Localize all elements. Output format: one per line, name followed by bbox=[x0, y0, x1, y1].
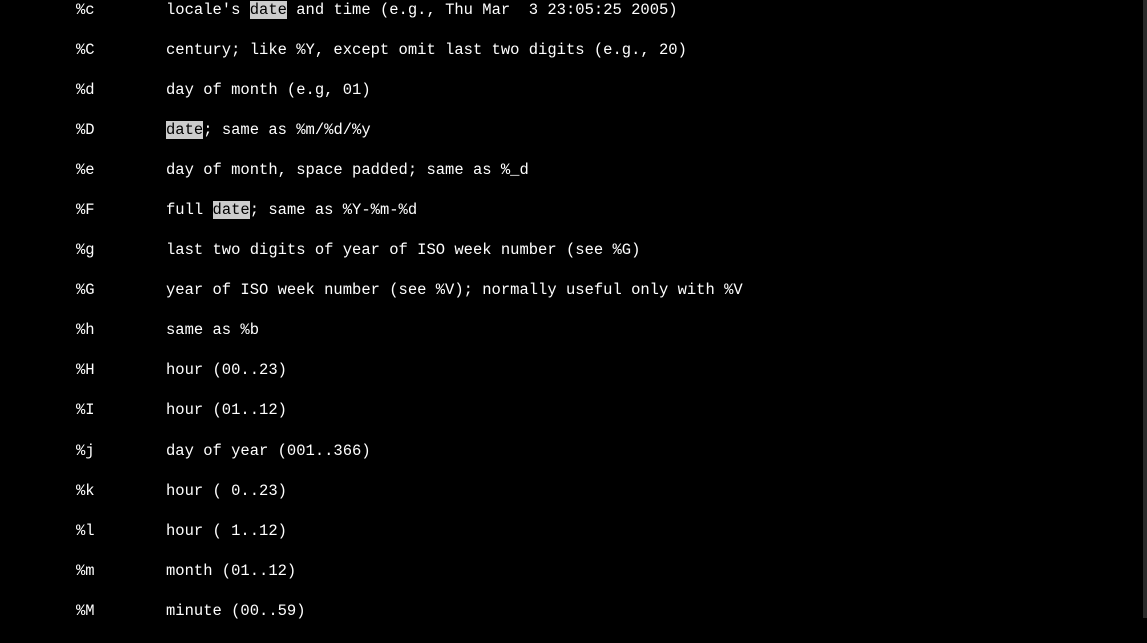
description-text: century; like %Y, except omit last two d… bbox=[166, 41, 687, 59]
man-page-content[interactable]: %clocale's date and time (e.g., Thu Mar … bbox=[0, 2, 1147, 643]
format-code: %H bbox=[0, 362, 166, 379]
format-row: %Ihour (01..12) bbox=[0, 402, 1147, 442]
format-description: hour (00..23) bbox=[166, 362, 1147, 379]
description-text: full bbox=[166, 201, 213, 219]
format-row: %dday of month (e.g, 01) bbox=[0, 82, 1147, 122]
description-text: same as %b bbox=[166, 321, 259, 339]
format-description: year of ISO week number (see %V); normal… bbox=[166, 282, 1147, 299]
format-row: %Ccentury; like %Y, except omit last two… bbox=[0, 42, 1147, 82]
description-text: hour (01..12) bbox=[166, 401, 287, 419]
format-row: %hsame as %b bbox=[0, 322, 1147, 362]
format-row: %Mminute (00..59) bbox=[0, 603, 1147, 643]
scrollbar[interactable] bbox=[1143, 0, 1147, 618]
format-row: %jday of year (001..366) bbox=[0, 443, 1147, 483]
description-text: year of ISO week number (see %V); normal… bbox=[166, 281, 743, 299]
description-text: day of year (001..366) bbox=[166, 442, 371, 460]
format-code: %C bbox=[0, 42, 166, 59]
format-row: %khour ( 0..23) bbox=[0, 483, 1147, 523]
search-highlight: date bbox=[166, 121, 203, 139]
format-code: %h bbox=[0, 322, 166, 339]
format-description: hour ( 0..23) bbox=[166, 483, 1147, 500]
format-row: %lhour ( 1..12) bbox=[0, 523, 1147, 563]
format-description: date; same as %m/%d/%y bbox=[166, 122, 1147, 139]
format-row: %glast two digits of year of ISO week nu… bbox=[0, 242, 1147, 282]
format-row: %Ddate; same as %m/%d/%y bbox=[0, 122, 1147, 162]
format-description: day of year (001..366) bbox=[166, 443, 1147, 460]
format-description: day of month, space padded; same as %_d bbox=[166, 162, 1147, 179]
format-code: %d bbox=[0, 82, 166, 99]
format-description: locale's date and time (e.g., Thu Mar 3 … bbox=[166, 2, 1147, 19]
format-row: %Ffull date; same as %Y-%m-%d bbox=[0, 202, 1147, 242]
format-code: %I bbox=[0, 402, 166, 419]
description-text: minute (00..59) bbox=[166, 602, 306, 620]
search-highlight: date bbox=[250, 1, 287, 19]
description-text: hour ( 1..12) bbox=[166, 522, 287, 540]
format-code: %e bbox=[0, 162, 166, 179]
format-row: %clocale's date and time (e.g., Thu Mar … bbox=[0, 2, 1147, 42]
format-code: %F bbox=[0, 202, 166, 219]
format-description: hour (01..12) bbox=[166, 402, 1147, 419]
format-row: %Gyear of ISO week number (see %V); norm… bbox=[0, 282, 1147, 322]
description-text: day of month, space padded; same as %_d bbox=[166, 161, 529, 179]
description-text: ; same as %m/%d/%y bbox=[203, 121, 370, 139]
format-code: %j bbox=[0, 443, 166, 460]
description-text: month (01..12) bbox=[166, 562, 296, 580]
format-description: hour ( 1..12) bbox=[166, 523, 1147, 540]
format-row: %mmonth (01..12) bbox=[0, 563, 1147, 603]
format-code: %g bbox=[0, 242, 166, 259]
format-code: %m bbox=[0, 563, 166, 580]
format-code: %M bbox=[0, 603, 166, 620]
description-text: last two digits of year of ISO week numb… bbox=[166, 241, 640, 259]
description-text: hour (00..23) bbox=[166, 361, 287, 379]
format-description: full date; same as %Y-%m-%d bbox=[166, 202, 1147, 219]
description-text: locale's bbox=[166, 1, 250, 19]
format-row: %Hhour (00..23) bbox=[0, 362, 1147, 402]
description-text: and time (e.g., Thu Mar 3 23:05:25 2005) bbox=[287, 1, 678, 19]
description-text: day of month (e.g, 01) bbox=[166, 81, 371, 99]
format-row: %eday of month, space padded; same as %_… bbox=[0, 162, 1147, 202]
description-text: ; same as %Y-%m-%d bbox=[250, 201, 417, 219]
search-highlight: date bbox=[213, 201, 250, 219]
format-description: month (01..12) bbox=[166, 563, 1147, 580]
format-description: century; like %Y, except omit last two d… bbox=[166, 42, 1147, 59]
format-description: minute (00..59) bbox=[166, 603, 1147, 620]
format-code: %G bbox=[0, 282, 166, 299]
format-code: %k bbox=[0, 483, 166, 500]
format-description: day of month (e.g, 01) bbox=[166, 82, 1147, 99]
format-description: same as %b bbox=[166, 322, 1147, 339]
format-description: last two digits of year of ISO week numb… bbox=[166, 242, 1147, 259]
format-code: %c bbox=[0, 2, 166, 19]
description-text: hour ( 0..23) bbox=[166, 482, 287, 500]
format-code: %l bbox=[0, 523, 166, 540]
format-code: %D bbox=[0, 122, 166, 139]
